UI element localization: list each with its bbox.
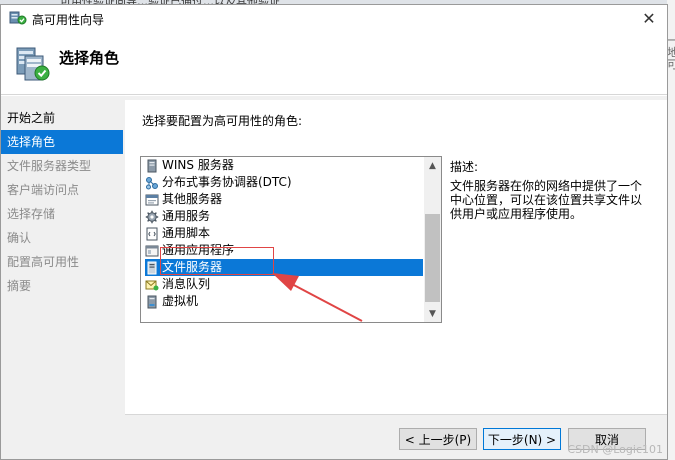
watermark-text: CSDN @Logic101 — [567, 443, 663, 456]
annotation-arrow-icon — [272, 273, 363, 322]
